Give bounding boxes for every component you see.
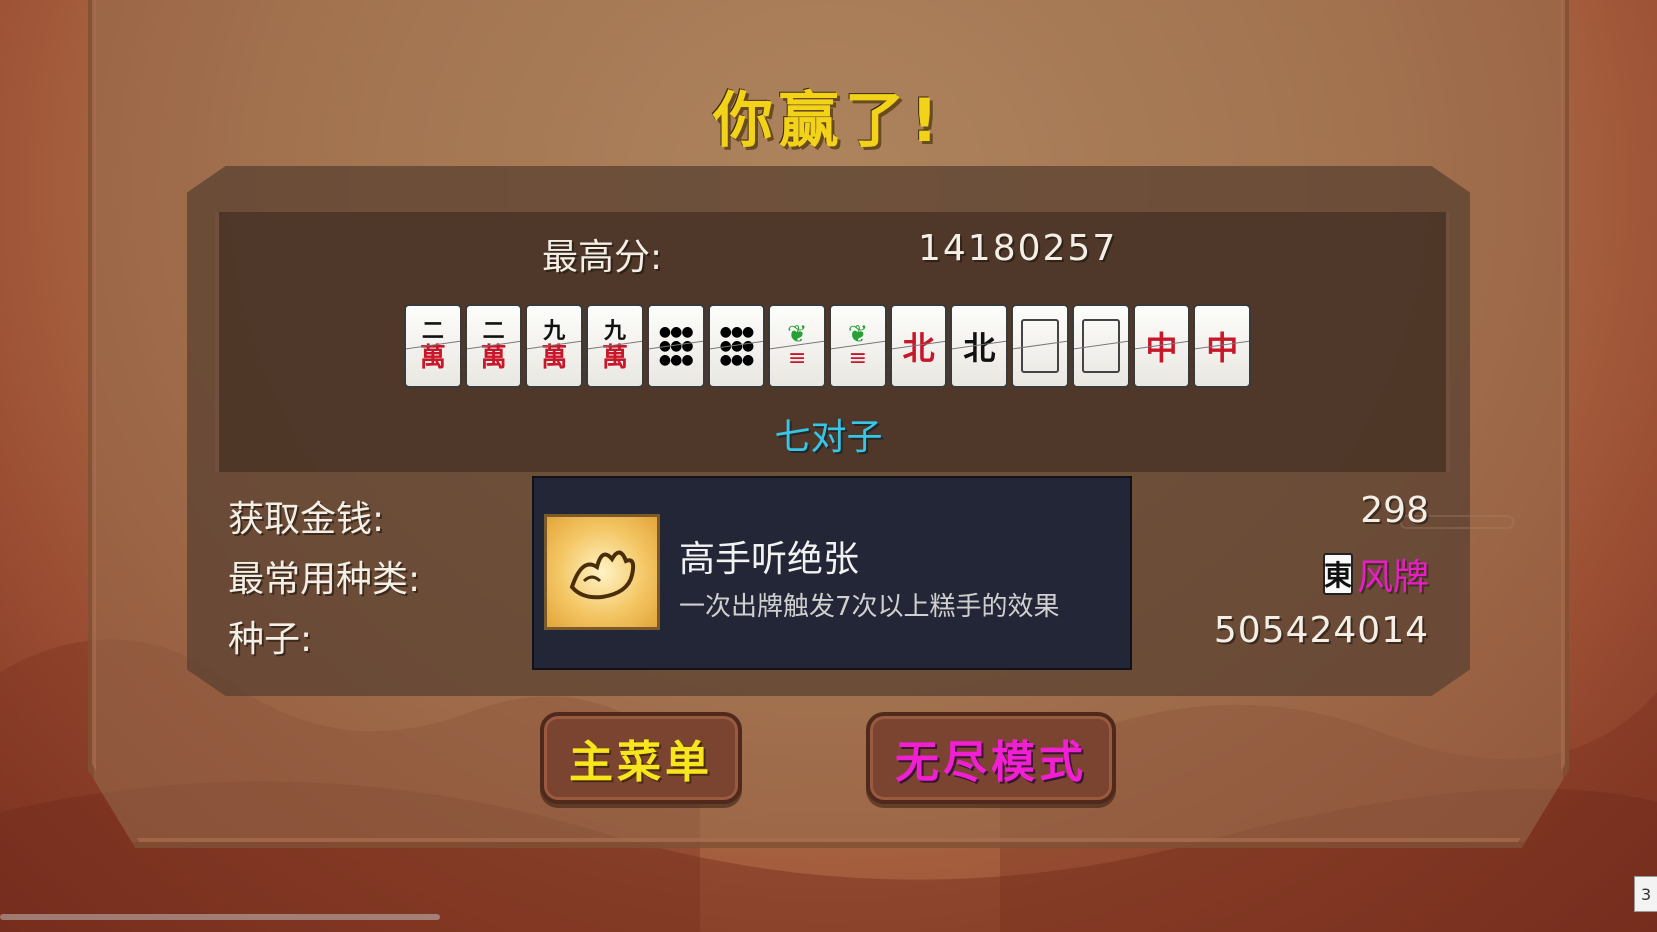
tile-number: 二 (421, 319, 444, 344)
tile-9-character: 九萬 (525, 304, 584, 388)
tile-2-character: 二萬 (404, 304, 462, 388)
white-dragon-icon (1021, 319, 1060, 373)
bird-icon: ❦ (847, 320, 868, 348)
tile-character: 中 (1145, 329, 1178, 367)
win-title: 你赢了! (712, 86, 945, 156)
category-name: 风牌 (1356, 557, 1429, 598)
tile-white-dragon (1071, 304, 1130, 388)
tile-9-dots: ●●● ●●● ●●● (646, 304, 705, 388)
tile-number: 二 (482, 319, 505, 344)
tile-9-dots: ●●● ●●● ●●● (707, 304, 766, 388)
tooltip-title: 高手听绝张 (679, 539, 860, 580)
tile-suit: 萬 (602, 343, 629, 373)
dots-icon: ●●● ●●● ●●● (658, 324, 694, 368)
category-label: 最常用种类: (228, 559, 421, 600)
tile-1-bamboo: ❦ ≡ (829, 304, 887, 388)
tile-character: 北 (902, 329, 935, 367)
yaku-name: 七对子 (774, 417, 883, 458)
winning-hand: 二萬二萬九萬九萬 ●●● ●●● ●●● ●●● ●●● ●●● ❦ ≡ ❦ ≡ 北北中中 (404, 304, 1254, 390)
tile-suit: 萬 (541, 343, 568, 373)
tooltip-description: 一次出牌触发7次以上糕手的效果 (679, 592, 1060, 622)
seed-value: 505424014 (1213, 610, 1429, 651)
tile-number: 九 (604, 319, 627, 344)
tile-suit: 萬 (480, 343, 507, 373)
high-score-value: 14180257 (918, 228, 1118, 269)
white-dragon-icon (1081, 319, 1120, 373)
corner-badge: 3 (1634, 876, 1657, 912)
scrollbar[interactable] (0, 914, 440, 920)
bamboo-icon: ≡ (787, 346, 807, 371)
seed-label: 种子: (228, 619, 313, 660)
tile-number: 九 (543, 319, 566, 344)
tile-1-bamboo: ❦ ≡ (768, 304, 827, 388)
achievement-tooltip: 高手听绝张 一次出牌触发7次以上糕手的效果 (532, 476, 1132, 670)
hand-icon (544, 514, 660, 630)
tile-9-character: 九萬 (586, 304, 644, 388)
dots-icon: ●●● ●●● ●●● (719, 324, 755, 368)
main-menu-button[interactable]: 主菜单 (540, 712, 742, 804)
money-value: 298 (1360, 490, 1429, 531)
east-wind-tile-icon: 東 (1322, 553, 1353, 595)
game-screen: 你赢了! 最高分: 14180257 二萬二萬九萬九萬 ●●● ●●● ●●● ●●● ●… (0, 0, 1657, 932)
tile-red-dragon: 中 (1193, 304, 1252, 388)
tile-character: 中 (1206, 329, 1239, 367)
tile-red-dragon: 中 (1132, 304, 1191, 388)
endless-mode-button[interactable]: 无尽模式 (866, 712, 1116, 804)
tile-north-wind: 北 (889, 304, 948, 388)
tile-white-dragon (1011, 304, 1069, 388)
hand-drawing (569, 550, 636, 600)
bamboo-icon: ≡ (848, 346, 868, 371)
high-score-label: 最高分: (542, 237, 663, 278)
tile-2-character: 二萬 (464, 304, 523, 388)
money-label: 获取金钱: (228, 499, 385, 540)
tile-suit: 萬 (419, 343, 446, 373)
category-value: 東 风牌 (1322, 548, 1429, 600)
bird-icon: ❦ (787, 320, 808, 348)
tile-north-wind: 北 (950, 304, 1009, 388)
tile-character: 北 (963, 329, 996, 367)
